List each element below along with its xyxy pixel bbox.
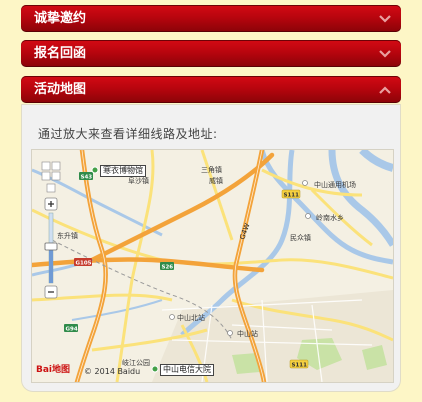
zoom-slider-fill (49, 248, 53, 283)
place-label: 中山站 (237, 329, 258, 338)
svg-text:G105: G105 (76, 260, 92, 266)
svg-text:S111: S111 (292, 362, 308, 368)
road-shield-s43: S43 (79, 172, 93, 180)
section-header-registration[interactable]: 报名回函 (21, 40, 401, 67)
map-panel: 通过放大来查看详细线路及地址: S43 G105 S26 G94 S111 S1… (21, 104, 401, 392)
road-shield-s26: S26 (160, 262, 174, 270)
place-label: 中山通用机场 (314, 180, 356, 189)
place-label: 阜沙镇 (128, 176, 149, 185)
section-header-map[interactable]: 活动地图 (21, 76, 401, 103)
chevron-down-icon (379, 5, 391, 32)
poi-marker-museum[interactable]: 寒衣博物馆 (100, 165, 146, 177)
road-shield-s111-a: S111 (281, 189, 301, 198)
place-label: 民众镇 (290, 233, 311, 242)
pan-control[interactable] (41, 161, 61, 193)
section-title: 诚挚邀约 (34, 11, 87, 26)
place-label: 中山北站 (177, 313, 205, 322)
chevron-up-icon (379, 76, 391, 103)
map-hint: 通过放大来查看详细线路及地址: (38, 127, 218, 141)
map-canvas: S43 G105 S26 G94 S111 S111 G4W 三角镇 威镇 中山… (32, 150, 393, 382)
section-title: 报名回函 (34, 46, 87, 61)
place-label: 岭南水乡 (316, 213, 344, 222)
zoom-slider-handle[interactable] (44, 242, 58, 251)
chevron-down-icon (379, 40, 391, 67)
road-shield-g105: G105 (74, 258, 92, 266)
road-shield-s111-b: S111 (289, 359, 309, 368)
svg-text:S111: S111 (284, 192, 300, 198)
place-label: 岐江公园 (122, 358, 150, 367)
poi-marker-telecom[interactable]: 中山电信大院 (160, 364, 214, 376)
section-title: 活动地图 (34, 82, 87, 97)
svg-text:S26: S26 (162, 264, 174, 270)
zoom-out-button[interactable] (44, 285, 58, 299)
road-shield-g94: G94 (64, 324, 78, 332)
baidu-logo[interactable]: Bai地图 (36, 362, 70, 375)
svg-text:S43: S43 (81, 174, 93, 180)
place-label: 三角镇 (201, 165, 222, 174)
svg-text:G94: G94 (66, 326, 78, 332)
map-view[interactable]: S43 G105 S26 G94 S111 S111 G4W 三角镇 威镇 中山… (31, 149, 394, 383)
section-header-invitation[interactable]: 诚挚邀约 (21, 5, 401, 32)
place-label: 威镇 (209, 176, 223, 185)
zoom-control (40, 158, 62, 303)
map-copyright: © 2014 Baidu (84, 367, 141, 376)
zoom-in-button[interactable] (44, 197, 58, 211)
